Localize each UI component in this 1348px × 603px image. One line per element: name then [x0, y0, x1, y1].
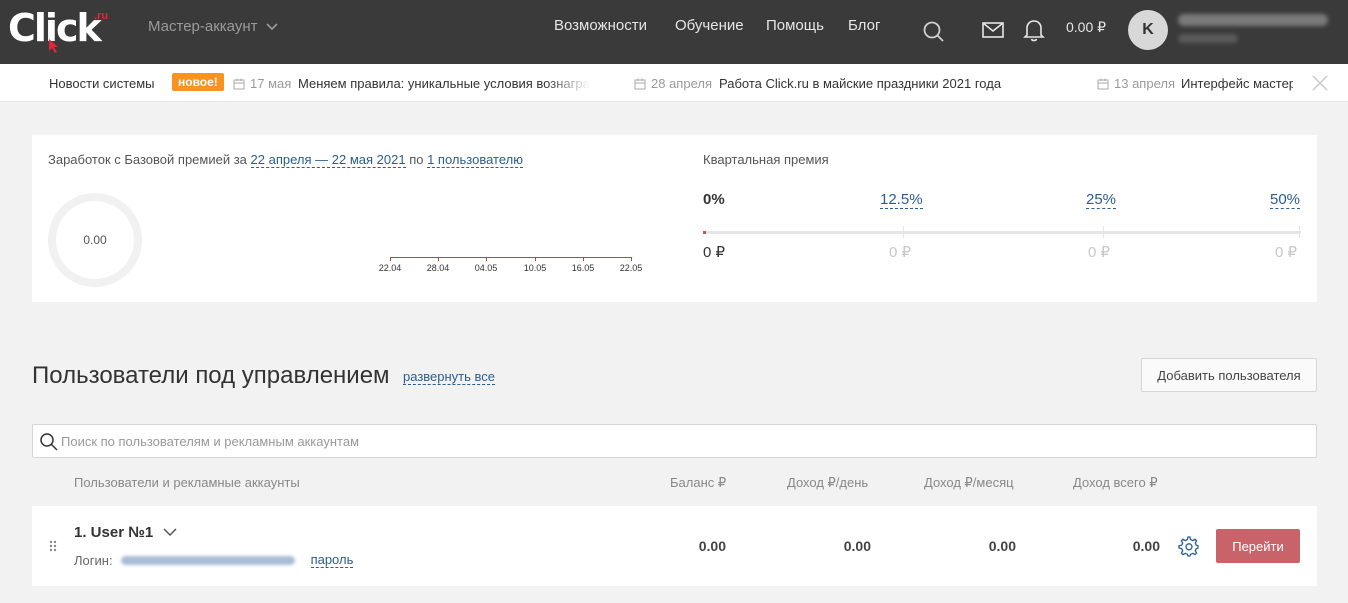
earnings-title-mid: по [409, 152, 424, 167]
nav-learning[interactable]: Обучение [675, 17, 744, 34]
new-badge: новое! [172, 73, 224, 91]
password-link[interactable]: пароль [310, 553, 354, 568]
axis-tick [438, 257, 439, 261]
news-bar: Новости системы новое! 17 мая Меняем пра… [0, 64, 1348, 102]
user-income-total: 0.00 [1132, 538, 1160, 554]
progress-mark [1299, 226, 1300, 238]
column-header-users: Пользователи и рекламные аккаунты [74, 475, 300, 490]
column-header-income-total: Доход всего ₽ [1073, 475, 1158, 490]
expand-all-link[interactable]: развернуть все [403, 369, 496, 385]
axis-tick [583, 257, 584, 261]
user-name: 1. User №1 [74, 524, 154, 541]
cursor-icon [49, 39, 58, 53]
users-link[interactable]: 1 пользователю [427, 152, 523, 168]
calendar-icon [233, 78, 245, 89]
user-balance: 0.00 [698, 538, 726, 554]
amount-0: 0 ₽ [703, 244, 726, 261]
nav-features[interactable]: Возможности [554, 17, 647, 34]
account-switcher[interactable]: Мастер-аккаунт [148, 18, 278, 35]
gear-icon[interactable] [1177, 535, 1199, 557]
news-date: 13 апреля [1097, 76, 1175, 91]
search-icon[interactable] [922, 20, 946, 44]
user-income-month: 0.00 [988, 538, 1016, 554]
timeline-axis [390, 257, 632, 258]
earnings-total: 0.00 [83, 233, 107, 247]
quarterly-progress-track [703, 231, 1301, 234]
axis-label: 22.04 [378, 263, 402, 273]
axis-tick [486, 257, 487, 261]
news-item-link[interactable]: Работа Click.ru в майские праздники 2021… [719, 76, 1001, 91]
account-switcher-label: Мастер-аккаунт [148, 18, 258, 35]
earnings-donut: 0.00 [48, 193, 142, 287]
search-icon [40, 433, 58, 451]
news-date-text: 28 апреля [651, 76, 712, 91]
search-input[interactable] [61, 425, 1301, 457]
user-name-toggle[interactable]: 1. User №1 [74, 524, 177, 541]
quarterly-progress-fill [703, 231, 706, 234]
nav-blog[interactable]: Блог [848, 17, 880, 34]
column-header-income-day: Доход ₽/день [787, 475, 869, 490]
column-header-income-month: Доход ₽/месяц [924, 475, 1014, 490]
news-date: 17 мая [233, 76, 291, 91]
login-label: Логин: [74, 553, 113, 568]
column-header-balance: Баланс ₽ [670, 475, 727, 490]
search-box [32, 424, 1317, 458]
axis-label: 28.04 [426, 263, 450, 273]
close-icon[interactable] [1312, 75, 1328, 91]
earnings-card: Заработок с Базовой премией за 22 апреля… [32, 135, 1317, 302]
news-label: Новости системы [49, 76, 155, 91]
amount-25: 0 ₽ [1088, 244, 1111, 261]
news-item-link[interactable]: Интерфейс мастер [1181, 76, 1293, 91]
news-item-link[interactable]: Меняем правила: уникальные условия возна… [298, 76, 590, 91]
level-25-link[interactable]: 25% [1086, 191, 1117, 209]
logo-suffix: .ru [94, 10, 109, 22]
amount-50: 0 ₽ [1275, 244, 1298, 261]
axis-label: 22.05 [619, 263, 643, 273]
bell-icon[interactable] [1022, 17, 1046, 43]
progress-mark [903, 226, 904, 238]
logo[interactable]: Click .ru [8, 8, 118, 53]
axis-label: 10.05 [523, 263, 547, 273]
nav-help[interactable]: Помощь [766, 17, 824, 34]
axis-label: 04.05 [474, 263, 498, 273]
amount-12-5: 0 ₽ [889, 244, 912, 261]
user-id-redacted [1178, 34, 1238, 43]
login-redacted [120, 556, 295, 565]
users-section-title: Пользователи под управлением [32, 362, 390, 389]
chevron-down-icon [265, 22, 278, 30]
user-income-day: 0.00 [843, 538, 871, 554]
progress-mark [1103, 226, 1104, 238]
axis-label: 16.05 [571, 263, 595, 273]
news-date: 28 апреля [634, 76, 712, 91]
drag-handle-icon[interactable] [49, 540, 57, 552]
earnings-title: Заработок с Базовой премией за 22 апреля… [48, 152, 523, 168]
calendar-icon [634, 78, 646, 89]
axis-tick [535, 257, 536, 261]
mail-icon[interactable] [982, 21, 1004, 39]
top-bar: Click .ru Мастер-аккаунт Возможности Обу… [0, 0, 1348, 64]
user-email-redacted [1178, 14, 1328, 26]
quarterly-title: Квартальная премия [703, 152, 829, 167]
level-0: 0% [703, 191, 725, 208]
user-login: Логин: пароль [74, 553, 354, 568]
news-date-text: 17 мая [250, 76, 292, 91]
avatar[interactable]: K [1128, 10, 1168, 50]
go-button[interactable]: Перейти [1216, 529, 1300, 563]
level-12-5-link[interactable]: 12.5% [880, 191, 923, 209]
chevron-down-icon [163, 528, 177, 537]
earnings-title-prefix: Заработок с Базовой премией за [48, 152, 247, 167]
add-user-button[interactable]: Добавить пользователя [1141, 358, 1317, 392]
axis-tick [631, 257, 632, 261]
period-link[interactable]: 22 апреля — 22 мая 2021 [250, 152, 406, 168]
news-date-text: 13 апреля [1114, 76, 1175, 91]
axis-tick [390, 257, 391, 261]
balance[interactable]: 0.00 ₽ [1066, 19, 1106, 36]
calendar-icon [1097, 78, 1109, 89]
level-50-link[interactable]: 50% [1270, 191, 1301, 209]
